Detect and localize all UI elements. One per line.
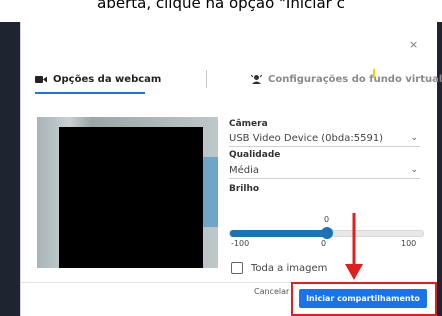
annotation-arrow [345,213,363,280]
